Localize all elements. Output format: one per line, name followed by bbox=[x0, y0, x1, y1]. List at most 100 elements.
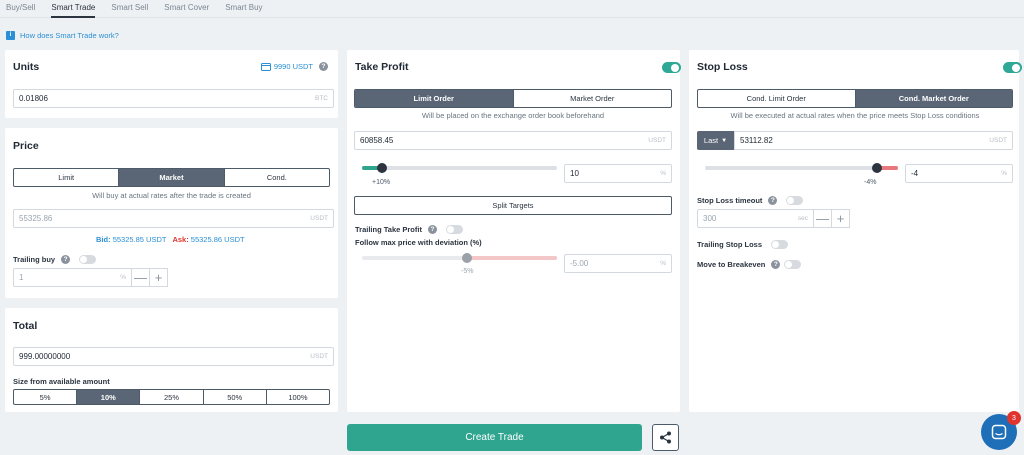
stop-loss-card: Stop Loss Cond. Limit Order Cond. Market… bbox=[689, 50, 1022, 412]
size-label: Size from available amount bbox=[13, 377, 110, 386]
stop-loss-slider-track[interactable] bbox=[705, 166, 898, 170]
bid-label: Bid: bbox=[96, 235, 111, 244]
units-value: 0.01806 bbox=[19, 94, 48, 103]
stop-loss-percent-input[interactable]: -4 % bbox=[905, 164, 1013, 183]
tab-buy-sell[interactable]: Buy/Sell bbox=[6, 0, 35, 18]
increment-button[interactable]: + bbox=[149, 268, 168, 287]
size-selector: 5% 10% 25% 50% 100% bbox=[13, 389, 330, 405]
chevron-down-icon: ▼ bbox=[721, 137, 728, 144]
sl-mode-cond-limit[interactable]: Cond. Limit Order bbox=[698, 90, 856, 107]
sl-mode-cond-market[interactable]: Cond. Market Order bbox=[855, 90, 1012, 107]
size-10[interactable]: 10% bbox=[77, 390, 141, 404]
tp-price-unit: USDT bbox=[648, 137, 666, 144]
take-profit-card: Take Profit Limit Order Market Order Wil… bbox=[347, 50, 681, 412]
chat-icon bbox=[991, 424, 1007, 440]
price-mode-cond[interactable]: Cond. bbox=[225, 169, 329, 186]
take-profit-percent-label: +10% bbox=[372, 179, 391, 186]
units-unit: BTC bbox=[315, 95, 328, 102]
help-link[interactable]: i How does Smart Trade work? bbox=[6, 31, 119, 40]
trailing-buy-toggle[interactable] bbox=[79, 255, 97, 264]
split-targets-button[interactable]: Split Targets bbox=[354, 196, 672, 215]
price-title: Price bbox=[13, 140, 39, 152]
bid-value[interactable]: 55325.85 USDT bbox=[113, 235, 167, 244]
deviation-slider-fill bbox=[467, 256, 557, 260]
trailing-buy-unit: % bbox=[120, 274, 126, 281]
ask-value[interactable]: 55325.86 USDT bbox=[191, 235, 245, 244]
decrement-button[interactable]: — bbox=[813, 209, 832, 228]
trailing-take-profit-toggle[interactable] bbox=[445, 225, 463, 234]
total-title: Total bbox=[13, 320, 38, 332]
stop-loss-timeout-toggle[interactable] bbox=[786, 196, 804, 205]
price-mode-market[interactable]: Market bbox=[119, 169, 225, 186]
move-to-breakeven-toggle[interactable] bbox=[784, 260, 802, 269]
book-icon: i bbox=[6, 31, 15, 40]
take-profit-price-input[interactable]: 60858.45 USDT bbox=[354, 131, 672, 150]
stop-loss-note: Will be executed at actual rates when th… bbox=[730, 111, 980, 120]
take-profit-percent-input[interactable]: 10 % bbox=[564, 164, 672, 183]
move-to-breakeven-label: Move to Breakeven bbox=[697, 260, 766, 269]
tab-smart-trade[interactable]: Smart Trade bbox=[51, 0, 96, 18]
size-5[interactable]: 5% bbox=[14, 390, 78, 404]
total-card: Total 999.00000000 USDT Size from availa… bbox=[5, 308, 338, 412]
sl-percent-value: -4 bbox=[911, 169, 919, 178]
stop-loss-timeout-input[interactable]: 300 sec bbox=[697, 209, 814, 228]
share-button[interactable] bbox=[652, 424, 679, 451]
follow-max-price-label: Follow max price with deviation (%) bbox=[355, 238, 482, 247]
timeout-stepper: — + bbox=[813, 209, 850, 228]
tp-mode-limit[interactable]: Limit Order bbox=[355, 90, 514, 107]
stop-loss-price-type[interactable]: Last ▼ bbox=[697, 131, 734, 150]
stop-loss-slider-handle[interactable] bbox=[872, 163, 882, 173]
take-profit-toggle[interactable] bbox=[662, 62, 681, 73]
timeout-value: 300 bbox=[703, 214, 717, 223]
deviation-value: -5.00 bbox=[570, 259, 589, 268]
chat-button[interactable]: 3 bbox=[981, 411, 1021, 450]
price-input[interactable]: 55325.86 USDT bbox=[13, 209, 334, 228]
trailing-buy-input[interactable]: 1 % bbox=[13, 268, 132, 287]
deviation-input[interactable]: -5.00 % bbox=[564, 254, 672, 273]
take-profit-slider-track[interactable] bbox=[362, 166, 557, 170]
trade-type-tabs: Buy/Sell Smart Trade Smart Sell Smart Co… bbox=[0, 0, 1024, 18]
deviation-slider-handle[interactable] bbox=[462, 253, 472, 263]
size-50[interactable]: 50% bbox=[204, 390, 267, 404]
decrement-button[interactable]: — bbox=[131, 268, 150, 287]
move-to-breakeven-row: Move to Breakeven ? bbox=[697, 260, 802, 269]
size-25[interactable]: 25% bbox=[140, 390, 204, 404]
balance-value: 9990 USDT bbox=[273, 62, 313, 71]
tab-smart-cover[interactable]: Smart Cover bbox=[164, 0, 209, 18]
deviation-unit: % bbox=[660, 260, 666, 267]
help-icon[interactable]: ? bbox=[427, 225, 437, 234]
trailing-take-profit-label: Trailing Take Profit bbox=[355, 225, 422, 234]
total-input[interactable]: 999.00000000 USDT bbox=[13, 347, 334, 366]
chat-badge: 3 bbox=[1007, 411, 1021, 425]
stop-loss-toggle[interactable] bbox=[1003, 62, 1022, 73]
increment-button[interactable]: + bbox=[831, 209, 850, 228]
help-link-text[interactable]: How does Smart Trade work? bbox=[20, 31, 119, 40]
price-mode-limit[interactable]: Limit bbox=[14, 169, 120, 186]
create-trade-button[interactable]: Create Trade bbox=[347, 424, 642, 451]
balance[interactable]: 9990 USDT ? bbox=[260, 62, 328, 71]
wallet-icon bbox=[260, 63, 271, 71]
trailing-buy-label: Trailing buy bbox=[13, 255, 56, 264]
deviation-label: -5% bbox=[461, 268, 474, 275]
stop-loss-price-input[interactable]: 53112.82 USDT bbox=[734, 131, 1013, 150]
tab-smart-buy[interactable]: Smart Buy bbox=[225, 0, 262, 18]
help-icon[interactable]: ? bbox=[768, 196, 778, 205]
price-mode-selector: Limit Market Cond. bbox=[13, 168, 330, 187]
trailing-buy-value: 1 bbox=[19, 273, 24, 282]
tab-smart-sell[interactable]: Smart Sell bbox=[111, 0, 148, 18]
size-100[interactable]: 100% bbox=[267, 390, 329, 404]
tp-mode-market[interactable]: Market Order bbox=[514, 90, 672, 107]
bid-ask: Bid: 55325.85 USDT Ask: 55325.86 USDT bbox=[96, 235, 245, 244]
take-profit-slider-handle[interactable] bbox=[376, 163, 387, 173]
trailing-stop-loss-label: Trailing Stop Loss bbox=[697, 240, 763, 249]
units-card: Units 9990 USDT ? 0.01806 BTC bbox=[5, 50, 338, 118]
help-icon[interactable]: ? bbox=[61, 255, 71, 264]
help-icon[interactable]: ? bbox=[771, 260, 781, 269]
units-title: Units bbox=[13, 61, 40, 73]
ask-label: Ask: bbox=[172, 235, 189, 244]
price-card: Price Limit Market Cond. Will buy at act… bbox=[5, 128, 338, 298]
stop-loss-mode-selector: Cond. Limit Order Cond. Market Order bbox=[697, 89, 1013, 108]
help-icon[interactable]: ? bbox=[319, 62, 328, 71]
trailing-stop-loss-toggle[interactable] bbox=[771, 240, 789, 249]
units-input[interactable]: 0.01806 BTC bbox=[13, 89, 334, 108]
